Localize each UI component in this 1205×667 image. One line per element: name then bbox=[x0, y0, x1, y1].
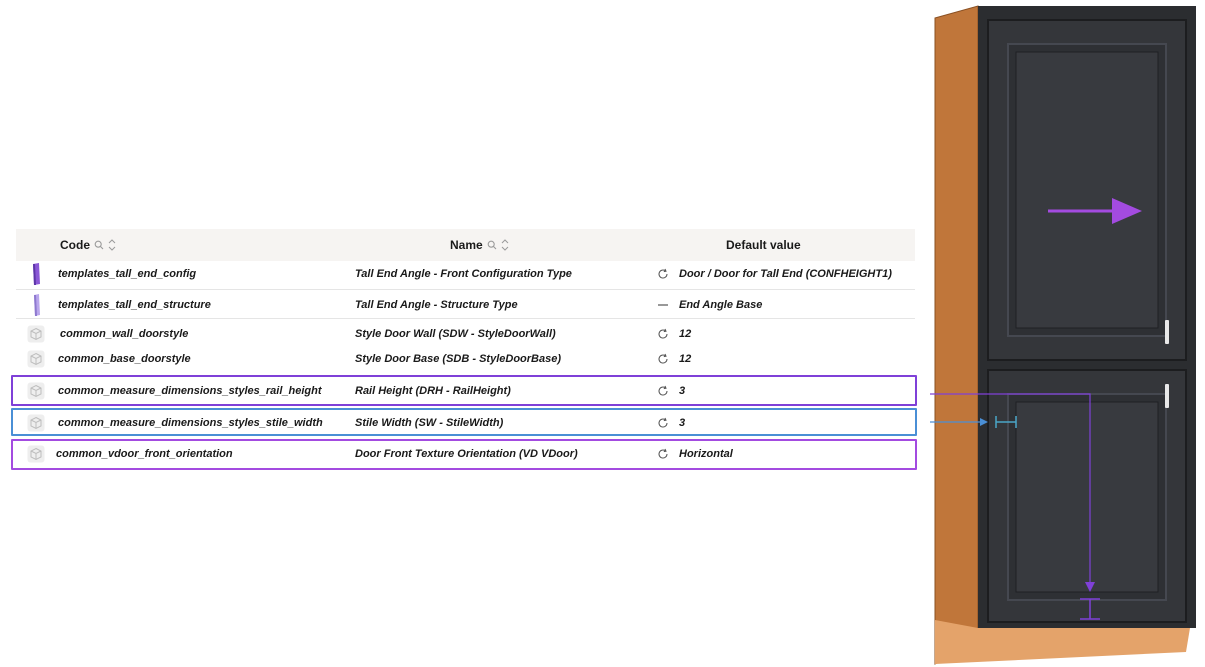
name-cell: Rail Height (DRH - RailHeight) bbox=[355, 384, 511, 397]
table-row[interactable]: common_base_doorstyle Style Door Base (S… bbox=[16, 344, 915, 373]
name-cell: Door Front Texture Orientation (VD VDoor… bbox=[355, 447, 578, 460]
code-cell: templates_tall_end_structure bbox=[58, 298, 211, 311]
name-cell: Tall End Angle - Front Configuration Typ… bbox=[355, 267, 572, 280]
search-icon[interactable] bbox=[487, 240, 497, 250]
code-column-header[interactable]: Code bbox=[60, 229, 117, 261]
default-value-cell: Horizontal bbox=[679, 447, 733, 460]
default-value-cell: 3 bbox=[679, 384, 686, 397]
refresh-icon[interactable] bbox=[655, 439, 671, 468]
table-row[interactable]: common_measure_dimensions_styles_rail_he… bbox=[16, 376, 915, 405]
code-cell: common_vdoor_front_orientation bbox=[56, 447, 233, 460]
refresh-icon[interactable] bbox=[655, 376, 671, 405]
sort-icon[interactable] bbox=[107, 238, 117, 252]
cube-icon bbox=[24, 376, 48, 405]
dash-icon bbox=[655, 290, 671, 319]
name-cell: Stile Width (SW - StileWidth) bbox=[355, 416, 504, 429]
default-value-cell: Door / Door for Tall End (CONFHEIGHT1) bbox=[679, 267, 892, 280]
name-cell: Style Door Base (SDB - StyleDoorBase) bbox=[355, 352, 561, 365]
cabinet-side-panel bbox=[935, 6, 978, 664]
name-cell: Tall End Angle - Structure Type bbox=[355, 298, 518, 311]
refresh-icon[interactable] bbox=[655, 344, 671, 373]
attributes-table: Code Name Default value templates_tall_e… bbox=[16, 229, 915, 462]
table-header: Code Name Default value bbox=[16, 229, 915, 261]
default-value-cell: End Angle Base bbox=[679, 298, 763, 311]
default-value-cell: 12 bbox=[679, 352, 692, 365]
table-row[interactable]: common_vdoor_front_orientation Door Fron… bbox=[16, 439, 915, 468]
refresh-icon[interactable] bbox=[655, 408, 671, 437]
name-header-label: Name bbox=[450, 238, 483, 252]
default-value-header-label: Default value bbox=[726, 238, 801, 252]
default-value-column-header: Default value bbox=[726, 229, 805, 261]
lilac-panel-icon bbox=[24, 290, 48, 319]
lower-door-handle bbox=[1165, 384, 1169, 408]
table-row[interactable]: templates_tall_end_structure Tall End An… bbox=[16, 290, 915, 319]
upper-door-handle bbox=[1165, 320, 1169, 344]
cube-icon bbox=[24, 439, 48, 468]
cube-icon bbox=[24, 344, 48, 373]
search-icon[interactable] bbox=[94, 240, 104, 250]
code-cell: templates_tall_end_config bbox=[58, 267, 197, 280]
cube-icon bbox=[24, 408, 48, 437]
code-cell: common_measure_dimensions_styles_rail_he… bbox=[58, 384, 322, 397]
name-column-header[interactable]: Name bbox=[450, 229, 510, 261]
default-value-cell: 3 bbox=[679, 416, 686, 429]
sort-icon[interactable] bbox=[500, 238, 510, 252]
table-row[interactable]: templates_tall_end_config Tall End Angle… bbox=[16, 259, 915, 288]
cabinet-preview bbox=[930, 0, 1205, 667]
code-cell: common_base_doorstyle bbox=[58, 352, 191, 365]
code-header-label: Code bbox=[60, 238, 90, 252]
table-row[interactable]: common_measure_dimensions_styles_stile_w… bbox=[16, 408, 915, 437]
code-cell: common_measure_dimensions_styles_stile_w… bbox=[58, 416, 323, 429]
refresh-icon[interactable] bbox=[655, 259, 671, 288]
purple-panel-icon bbox=[24, 259, 48, 288]
